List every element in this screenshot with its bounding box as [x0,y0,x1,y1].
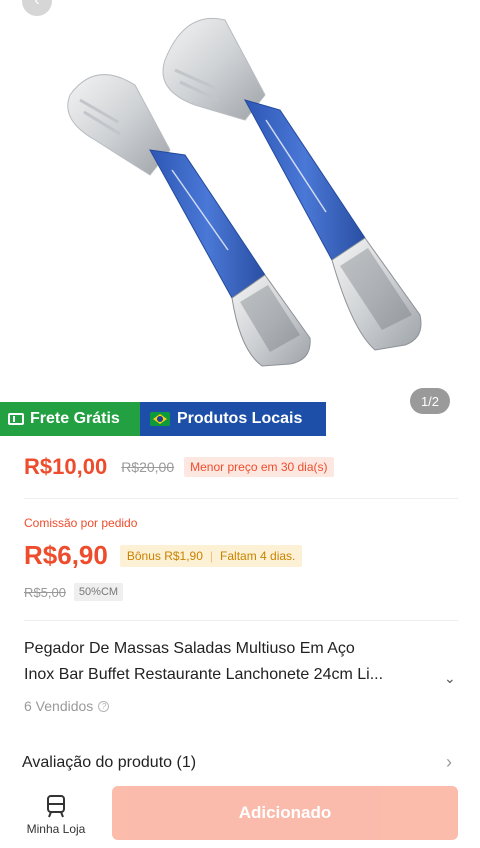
local-products-badge: Produtos Locais [140,402,326,436]
product-image-gallery[interactable]: ‹ 1/2 [0,0,480,438]
store-icon [47,795,65,818]
commission-percent-tag: 50%CM [73,583,124,601]
product-rating-row[interactable]: Avaliação do produto (1) › [22,752,452,773]
commission-old-row: R$5,00 50%CM [24,583,124,601]
commission-value: R$6,90 [24,540,108,570]
bonus-amount: Bônus R$1,90 [126,548,203,563]
local-products-label: Produtos Locais [177,410,303,427]
original-price: R$20,00 [121,459,175,475]
current-price: R$10,00 [24,454,108,479]
image-counter: 1/2 [410,388,450,414]
brazil-flag-icon [150,412,170,426]
bonus-remaining: Faltam 4 dias. [220,548,296,563]
product-rating-label: Avaliação do produto (1) [22,753,197,771]
expand-title-chevron-icon[interactable]: ⌄ [444,670,456,687]
product-title-line: Pegador De Massas Saladas Multiuso Em Aç… [24,640,355,657]
chevron-right-icon: › [446,752,452,772]
bonus-chip: Bônus R$1,90 | Faltam 4 dias. [119,544,303,567]
sold-count-text: 6 Vendidos [24,698,94,714]
free-shipping-badge: Frete Grátis [0,402,140,436]
lowest-price-tag: Menor preço em 30 dia(s) [184,457,334,477]
shipping-icon [8,413,24,425]
product-image [67,17,422,367]
divider [24,620,458,621]
commission-row: R$6,90 Bônus R$1,90 | Faltam 4 dias. [24,540,303,571]
free-shipping-label: Frete Grátis [30,410,120,427]
product-title-line: Inox Bar Buffet Restaurante Lanchonete 2… [24,666,384,683]
commission-label: Comissão por pedido [24,516,138,530]
my-store-label: Minha Loja [26,822,86,836]
product-badges: Frete Grátis Produtos Locais [0,402,326,436]
divider [24,498,458,499]
bottom-action-bar: Minha Loja Adicionado [0,782,480,848]
my-store-button[interactable]: Minha Loja [18,788,94,842]
added-button[interactable]: Adicionado [112,786,458,840]
commission-old-value: R$5,00 [24,584,66,600]
product-title: Pegador De Massas Saladas Multiuso Em Aç… [24,636,444,688]
sold-count: 6 Vendidos ? [24,698,110,714]
price-row: R$10,00 R$20,00 Menor preço em 30 dia(s) [24,454,334,480]
info-icon[interactable]: ? [98,700,110,712]
